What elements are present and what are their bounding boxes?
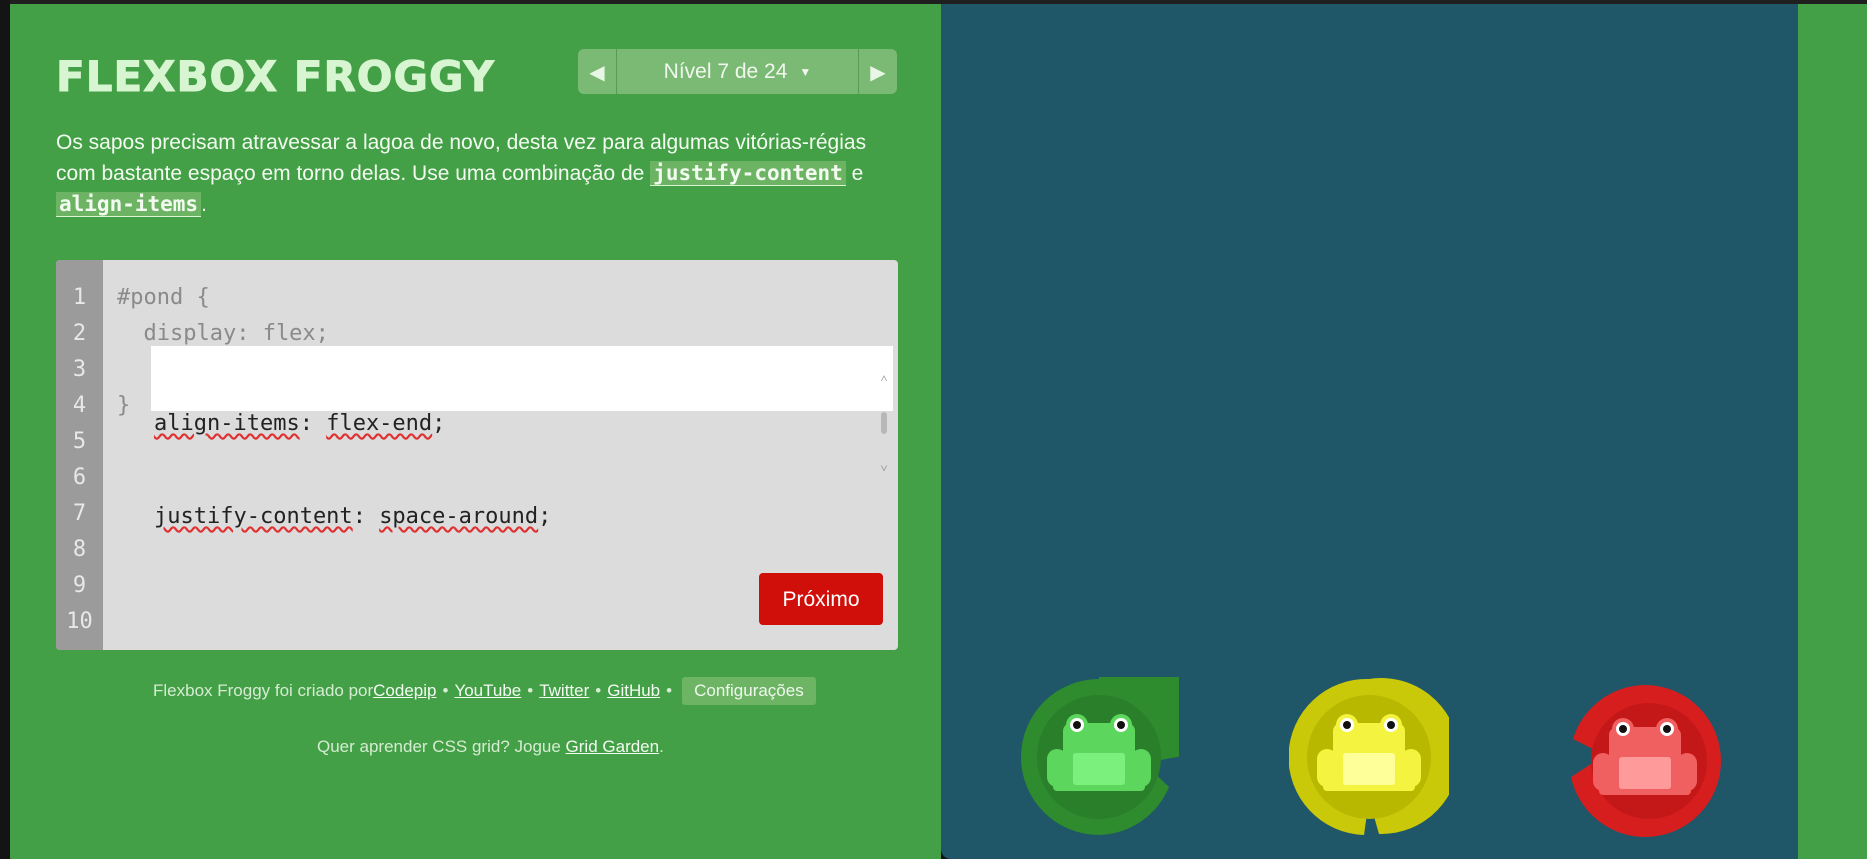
- link-grid-garden[interactable]: Grid Garden: [566, 737, 660, 756]
- line-number: 5: [72, 429, 87, 454]
- level-navigator: ◀ Nível 7 de 24 ▼ ▶: [578, 49, 897, 94]
- green-frog-icon: [1021, 601, 1255, 835]
- input-line-2: justify-content: space-around;: [154, 501, 890, 532]
- next-button[interactable]: Próximo: [759, 573, 883, 625]
- scroll-up-icon[interactable]: ˄: [879, 372, 889, 384]
- red-frog-icon: [1571, 685, 1721, 837]
- instructions: Os sapos precisam atravessar a lagoa de …: [56, 128, 906, 220]
- code-justify-content: justify-content: [650, 161, 846, 186]
- arrow-left-icon: ◀: [589, 59, 605, 84]
- line-numbers: 1 2 3 4 5 6 7 8 9 10: [56, 260, 103, 650]
- code-align-items: align-items: [56, 192, 202, 217]
- scroll-down-icon[interactable]: ˅: [879, 462, 889, 474]
- game-title: FLEXBOX FROGGY: [56, 52, 495, 102]
- promo-suffix: .: [659, 737, 664, 756]
- input-value: flex-end: [326, 411, 433, 436]
- line-number: 2: [72, 321, 87, 346]
- input-semicolon: ;: [432, 411, 446, 436]
- credits: Flexbox Froggy foi criado por Codepip • …: [153, 676, 816, 706]
- separator: •: [666, 681, 673, 700]
- separator: •: [595, 681, 602, 700]
- link-youtube[interactable]: YouTube: [454, 681, 521, 701]
- scroll-thumb[interactable]: [881, 412, 887, 434]
- lilypad-frog-green: [1019, 601, 1255, 837]
- textarea-scrollbar[interactable]: ˄ ˅: [879, 348, 889, 474]
- arrow-right-icon: ▶: [870, 59, 886, 84]
- input-colon: :: [352, 504, 380, 529]
- grid-garden-promo: Quer aprender CSS grid? Jogue Grid Garde…: [317, 737, 664, 757]
- code-line-5: }: [117, 393, 131, 418]
- separator: •: [527, 681, 534, 700]
- input-semicolon: ;: [538, 504, 552, 529]
- sidebar: FLEXBOX FROGGY ◀ Nível 7 de 24 ▼ ▶ Os sa…: [10, 4, 941, 859]
- instructions-text: e: [845, 162, 864, 185]
- pond-view: [941, 4, 1798, 859]
- level-text: Nível 7 de 24: [663, 59, 788, 83]
- instructions-text: .: [201, 193, 207, 216]
- left-gutter: [0, 0, 10, 859]
- line-number: 3: [72, 357, 87, 382]
- level-indicator[interactable]: Nível 7 de 24 ▼: [617, 49, 858, 94]
- link-twitter[interactable]: Twitter: [539, 681, 589, 701]
- input-property: justify-content: [154, 504, 353, 529]
- promo-text: Quer aprender CSS grid? Jogue: [317, 737, 566, 756]
- line-number: 10: [66, 609, 93, 634]
- app-root: FLEXBOX FROGGY ◀ Nível 7 de 24 ▼ ▶ Os sa…: [0, 0, 1867, 859]
- link-codepip[interactable]: Codepip: [373, 681, 436, 701]
- credits-text: Flexbox Froggy foi criado por: [153, 681, 374, 700]
- next-level-button[interactable]: ▶: [858, 49, 897, 94]
- prev-level-button[interactable]: ◀: [578, 49, 617, 94]
- input-value: space-around: [379, 504, 539, 529]
- lilypad-frog-red: [1565, 681, 1725, 841]
- line-number: 1: [72, 285, 87, 310]
- input-line-1: align-items: flex-end;: [154, 408, 890, 439]
- line-number: 4: [72, 393, 87, 418]
- line-number: 8: [72, 537, 87, 562]
- css-input-textarea[interactable]: align-items: flex-end; justify-content: …: [151, 346, 893, 529]
- input-colon: :: [299, 411, 327, 436]
- caret-down-icon: ▼: [799, 64, 812, 79]
- right-strip: [1798, 4, 1867, 859]
- line-number: 6: [72, 465, 87, 490]
- separator: •: [442, 681, 449, 700]
- yellow-frog-icon: [1288, 678, 1460, 835]
- css-editor: 1 2 3 4 5 6 7 8 9 10 #pond { display: fl…: [56, 260, 898, 650]
- line-number: 7: [72, 501, 87, 526]
- link-github[interactable]: GitHub: [607, 681, 660, 701]
- line-number: 9: [72, 573, 87, 598]
- settings-button[interactable]: Configurações: [682, 677, 816, 705]
- input-property: align-items: [154, 411, 300, 436]
- code-line-1: #pond {: [117, 285, 210, 310]
- lilypad-frog-yellow: [1288, 677, 1460, 837]
